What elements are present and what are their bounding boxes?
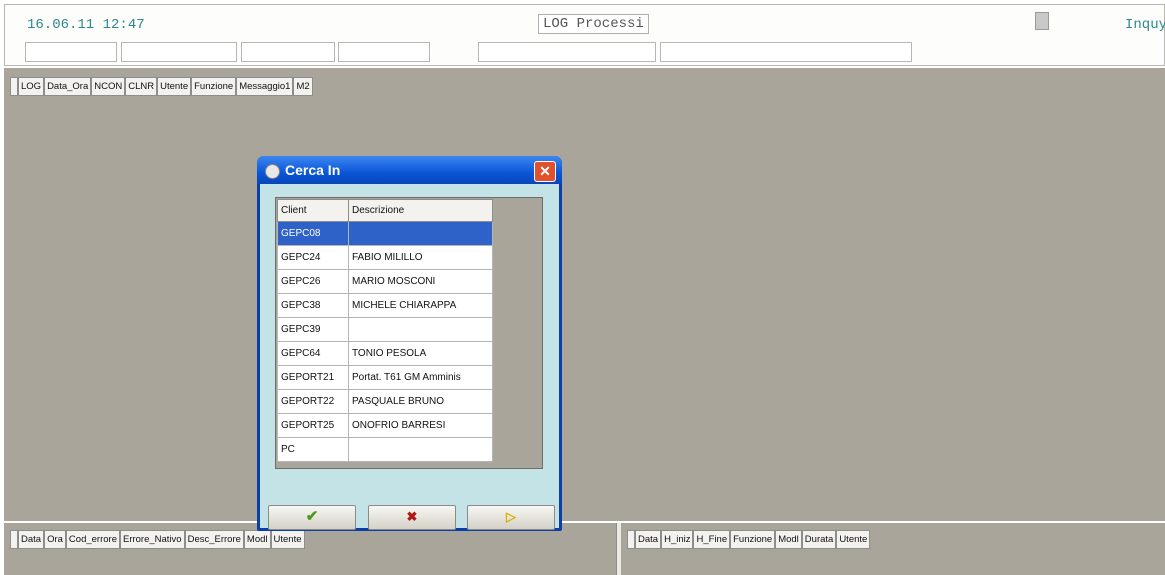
- column-header-client[interactable]: Client: [277, 199, 349, 222]
- column-header[interactable]: Data: [18, 530, 45, 549]
- column-header[interactable]: Modl: [775, 530, 802, 549]
- table-row[interactable]: GEPC38 MICHELE CHIARAPPA: [277, 293, 493, 318]
- client-grid[interactable]: Client Descrizione GEPC08 GEPC24 FABIO MIL…: [275, 197, 543, 469]
- table-row[interactable]: GEPORT25 ONOFRIO BARRESI: [277, 413, 493, 438]
- confirm-button[interactable]: ✔: [268, 505, 356, 530]
- client-cell: GEPC38: [277, 293, 349, 318]
- inquiry-label: Inquy: [1125, 17, 1165, 33]
- column-header[interactable]: Desc_Errore: [184, 530, 244, 549]
- column-header[interactable]: Cod_errore: [65, 530, 120, 549]
- search-dialog: Cerca In ✕ Client Descrizione GEPC08 GEPC…: [257, 156, 562, 531]
- log-grid-header: LOG Data_Ora NCON CLNR Utente Funzione Messagg…: [10, 77, 313, 96]
- column-header[interactable]: Ora: [44, 530, 66, 549]
- dialog-title: Cerca In: [285, 162, 341, 178]
- sessions-grid[interactable]: Data H_iniz H_Fine Funzione Modl Durata Utente: [621, 523, 1165, 575]
- row-selector-header: [10, 530, 18, 549]
- filter-field-1[interactable]: [25, 42, 117, 62]
- filter-field-3[interactable]: [241, 42, 335, 62]
- play-arrow-icon: ▷: [506, 509, 516, 524]
- column-header[interactable]: Utente: [270, 530, 305, 549]
- client-cell: PC: [277, 437, 349, 462]
- client-cell: GEPC08: [277, 221, 349, 246]
- client-cell: GEPORT21: [277, 365, 349, 390]
- column-header[interactable]: LOG: [18, 77, 45, 96]
- cross-icon: ✖: [406, 509, 418, 524]
- column-header[interactable]: NCON: [91, 77, 126, 96]
- description-cell: PASQUALE BRUNO: [348, 389, 493, 414]
- column-header[interactable]: Durata: [801, 530, 837, 549]
- column-header-description[interactable]: Descrizione: [348, 199, 493, 222]
- description-cell: ONOFRIO BARRESI: [348, 413, 493, 438]
- table-row[interactable]: GEPORT21 Portat. T61 GM Amminis: [277, 365, 493, 390]
- dialog-body: Client Descrizione GEPC08 GEPC24 FABIO MIL…: [260, 184, 559, 530]
- app-window: 16.06.11 12:47 LOG Processi Inquy LOG Dat…: [4, 4, 1165, 575]
- client-cell: GEPC39: [277, 317, 349, 342]
- column-header[interactable]: H_Fine: [693, 530, 731, 549]
- column-header[interactable]: M2: [293, 77, 313, 96]
- next-button[interactable]: ▷: [467, 505, 555, 530]
- description-cell: [348, 221, 493, 246]
- table-row[interactable]: PC: [277, 437, 493, 462]
- client-cell: GEPORT22: [277, 389, 349, 414]
- column-header[interactable]: Errore_Nativo: [119, 530, 185, 549]
- datetime-display: 16.06.11 12:47: [27, 17, 145, 33]
- description-cell: MARIO MOSCONI: [348, 269, 493, 294]
- client-cell: GEPORT25: [277, 413, 349, 438]
- table-row[interactable]: GEPORT22 PASQUALE BRUNO: [277, 389, 493, 414]
- column-header[interactable]: Data: [635, 530, 662, 549]
- client-cell: GEPC24: [277, 245, 349, 270]
- description-cell: Portat. T61 GM Amminis: [348, 365, 493, 390]
- filter-field-2[interactable]: [121, 42, 237, 62]
- filter-field-4[interactable]: [338, 42, 430, 62]
- errors-grid-header: Data Ora Cod_errore Errore_Nativo Desc_Error…: [10, 530, 305, 549]
- column-header[interactable]: Utente: [836, 530, 871, 549]
- filter-field-5[interactable]: [478, 42, 656, 62]
- sessions-grid-header: Data H_iniz H_Fine Funzione Modl Durata Utente: [627, 530, 871, 549]
- table-row[interactable]: GEPC08: [277, 221, 493, 246]
- clock-icon: [265, 164, 280, 179]
- document-icon[interactable]: [1035, 12, 1049, 30]
- row-selector-header: [627, 530, 635, 549]
- client-cell: GEPC26: [277, 269, 349, 294]
- table-row[interactable]: GEPC24 FABIO MILILLO: [277, 245, 493, 270]
- filter-field-6[interactable]: [660, 42, 912, 62]
- checkmark-icon: ✔: [305, 508, 319, 525]
- column-header[interactable]: H_iniz: [661, 530, 694, 549]
- row-selector-header: [10, 77, 18, 96]
- description-cell: [348, 437, 493, 462]
- log-grid[interactable]: LOG Data_Ora NCON CLNR Utente Funzione Messagg…: [4, 68, 1165, 521]
- top-bar: 16.06.11 12:47 LOG Processi Inquy: [4, 4, 1165, 66]
- column-header[interactable]: Funzione: [191, 77, 237, 96]
- dialog-titlebar[interactable]: Cerca In ✕: [257, 156, 562, 184]
- client-table: Client Descrizione GEPC08 GEPC24 FABIO MIL…: [277, 199, 493, 462]
- column-header[interactable]: Data_Ora: [44, 77, 92, 96]
- table-header-row: Client Descrizione: [277, 199, 493, 222]
- page-title: LOG Processi: [538, 14, 649, 34]
- column-header[interactable]: Utente: [157, 77, 192, 96]
- column-header[interactable]: Messaggio1: [236, 77, 294, 96]
- description-cell: FABIO MILILLO: [348, 245, 493, 270]
- cancel-button[interactable]: ✖: [368, 505, 456, 530]
- description-cell: MICHELE CHIARAPPA: [348, 293, 493, 318]
- column-header[interactable]: CLNR: [125, 77, 158, 96]
- table-row[interactable]: GEPC26 MARIO MOSCONI: [277, 269, 493, 294]
- description-cell: TONIO PESOLA: [348, 341, 493, 366]
- column-header[interactable]: Modl: [243, 530, 271, 549]
- table-row[interactable]: GEPC39: [277, 317, 493, 342]
- column-header[interactable]: Funzione: [730, 530, 776, 549]
- table-row[interactable]: GEPC64 TONIO PESOLA: [277, 341, 493, 366]
- close-button[interactable]: ✕: [534, 161, 556, 182]
- client-cell: GEPC64: [277, 341, 349, 366]
- description-cell: [348, 317, 493, 342]
